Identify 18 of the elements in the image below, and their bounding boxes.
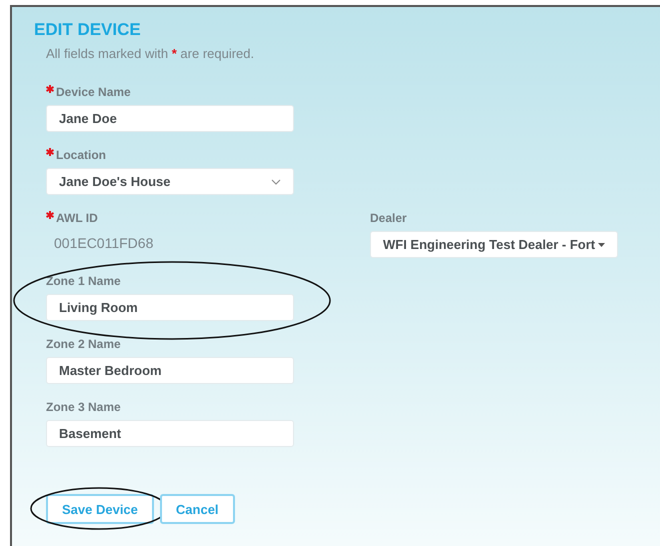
- required-note: All fields marked with * are required.: [46, 46, 256, 61]
- field-label: Device Name: [56, 85, 131, 99]
- text-field[interactable]: Living Room: [46, 294, 294, 321]
- select-field[interactable]: Jane Doe's House: [46, 168, 294, 195]
- text-field[interactable]: Master Bedroom: [46, 357, 294, 384]
- field-label: Zone 1 Name: [46, 274, 121, 288]
- field-label: Location: [56, 148, 106, 162]
- text-field[interactable]: Basement: [46, 420, 294, 447]
- caret-icon: [598, 242, 605, 246]
- field-label: Dealer: [370, 211, 407, 225]
- field-value: 001EC011FD68: [53, 234, 154, 253]
- page-title: EDIT DEVICE: [34, 20, 142, 40]
- chevron-down-icon: [271, 178, 281, 184]
- select-field[interactable]: WFI Engineering Test Dealer - Fort: [370, 231, 618, 258]
- text-field[interactable]: Jane Doe: [46, 105, 294, 132]
- field-label: Zone 3 Name: [46, 400, 121, 414]
- field-label: AWL ID: [56, 211, 98, 225]
- field-label: Zone 2 Name: [46, 337, 121, 351]
